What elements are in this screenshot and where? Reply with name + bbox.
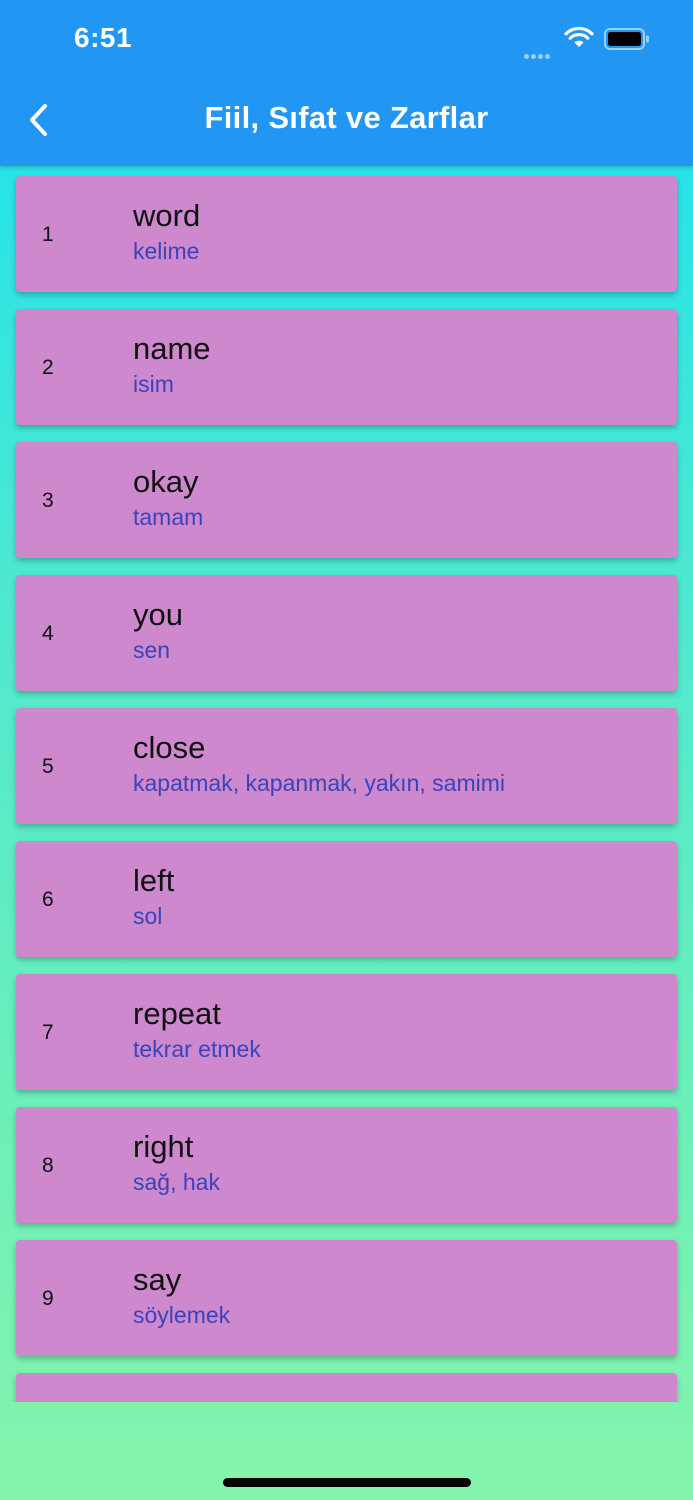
word-index: 2: [42, 356, 54, 379]
word-card-4[interactable]: 4 you sen: [16, 575, 677, 691]
word-meaning: tekrar etmek: [133, 1036, 261, 1062]
word-text: repeat: [133, 996, 221, 1031]
word-index: 5: [42, 755, 54, 778]
home-indicator: [223, 1478, 471, 1487]
word-text: close: [133, 730, 206, 765]
word-meaning: sen: [133, 637, 171, 663]
word-meaning: söylemek: [133, 1302, 231, 1328]
word-index: 7: [42, 1021, 54, 1044]
word-card-2[interactable]: 2 name isim: [16, 309, 677, 425]
word-meaning: tamam: [133, 504, 204, 530]
word-card-partial[interactable]: [16, 1373, 677, 1402]
word-index: 6: [42, 888, 54, 911]
word-meaning: kapatmak, kapanmak, yakın, samimi: [133, 770, 505, 796]
word-text: right: [133, 1129, 194, 1164]
word-card-6[interactable]: 6 left sol: [16, 841, 677, 957]
word-index: 4: [42, 622, 54, 645]
status-time: 6:51: [74, 22, 133, 53]
word-card-3[interactable]: 3 okay tamam: [16, 442, 677, 558]
cellular-signal-icon: [524, 44, 552, 63]
word-text: name: [133, 331, 211, 366]
battery-icon: [604, 28, 650, 54]
word-text: left: [133, 863, 175, 898]
word-list[interactable]: 1 word kelime 2 name isim 3 okay tamam 4…: [0, 166, 693, 1402]
wifi-icon: [564, 26, 594, 52]
status-bar: 6:51: [0, 0, 693, 80]
word-text: say: [133, 1262, 182, 1297]
word-text: okay: [133, 464, 199, 499]
word-card-8[interactable]: 8 right sağ, hak: [16, 1107, 677, 1223]
word-meaning: sağ, hak: [133, 1169, 220, 1195]
word-card-9[interactable]: 9 say söylemek: [16, 1240, 677, 1356]
word-card-5[interactable]: 5 close kapatmak, kapanmak, yakın, samim…: [16, 708, 677, 824]
word-index: 1: [42, 223, 54, 246]
word-text: you: [133, 597, 183, 632]
word-meaning: isim: [133, 371, 174, 397]
word-card-1[interactable]: 1 word kelime: [16, 176, 677, 292]
word-index: 8: [42, 1154, 54, 1177]
app-bar: 6:51 Fiil, Sıfat ve Zarflar: [0, 0, 693, 166]
word-text: word: [133, 198, 201, 233]
word-index: 3: [42, 489, 54, 512]
word-meaning: kelime: [133, 238, 200, 264]
word-index: 9: [42, 1287, 54, 1310]
word-card-7[interactable]: 7 repeat tekrar etmek: [16, 974, 677, 1090]
page-title: Fiil, Sıfat ve Zarflar: [204, 100, 489, 135]
word-meaning: sol: [133, 903, 163, 929]
